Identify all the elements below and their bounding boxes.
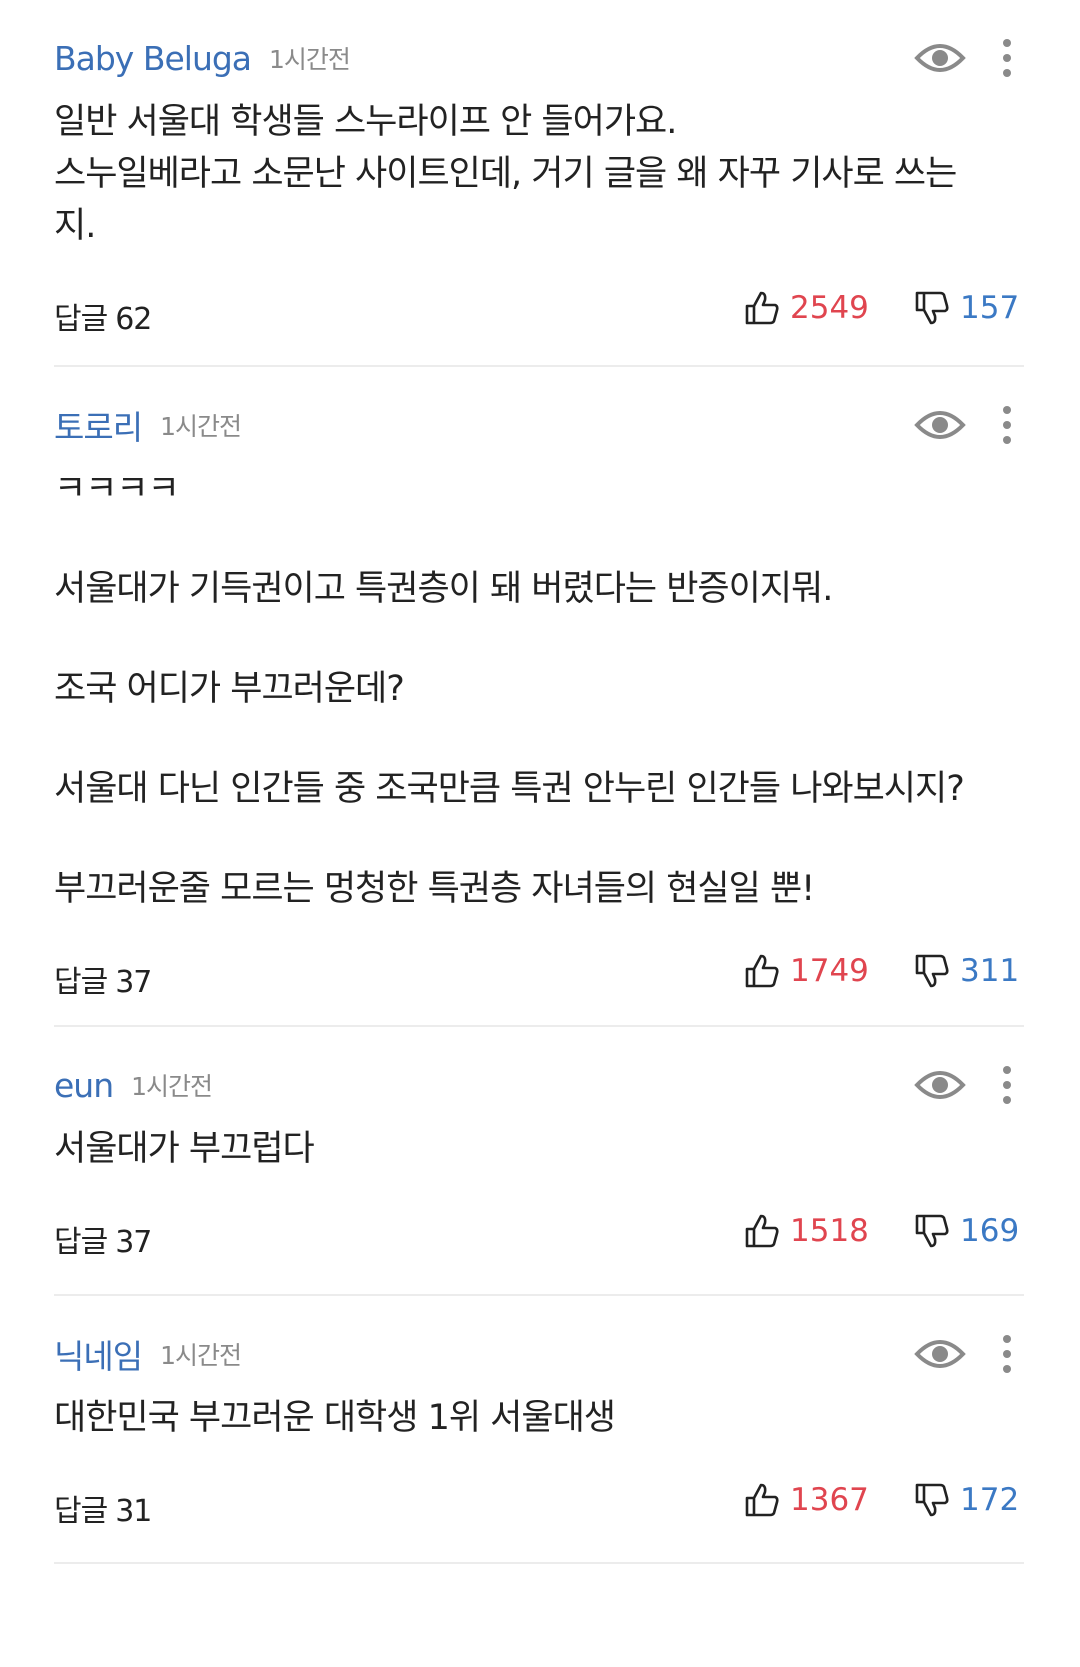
- comment-time: 1시간전: [160, 412, 242, 441]
- reply-button[interactable]: 답글 37: [54, 957, 152, 1001]
- like-count: 1367: [790, 1482, 869, 1518]
- dislike-count: 311: [960, 953, 1020, 989]
- thumbs-up-icon: [745, 1214, 779, 1248]
- like-count: 1749: [790, 953, 869, 989]
- dislike-button[interactable]: 169: [914, 1213, 1019, 1249]
- comment: 닉네임 1시간전 대한민국 부끄러운 대학생 1위 서울대생 답글 31 1367…: [54, 1324, 1024, 1538]
- comment-body: 대한민국 부끄러운 대학생 1위 서울대생: [54, 1392, 1024, 1444]
- comment-line: ㅋㅋㅋㅋ: [54, 469, 180, 509]
- divider: [54, 1025, 1024, 1027]
- dislike-count: 172: [960, 1482, 1020, 1518]
- comment-header: 닉네임 1시간전: [54, 1324, 1024, 1384]
- comment-author[interactable]: 토로리: [54, 401, 143, 449]
- thumbs-up-icon: [745, 291, 779, 325]
- comment-author[interactable]: 닉네임: [54, 1330, 143, 1378]
- comment-footer: 답글 31 1367 172: [54, 1478, 1024, 1538]
- like-count: 2549: [790, 290, 869, 326]
- comment-header: eun 1시간전: [54, 1055, 1024, 1115]
- thumbs-up-icon: [745, 954, 779, 988]
- like-count: 1518: [790, 1213, 869, 1249]
- comment-header: Baby Beluga 1시간전: [54, 28, 1024, 88]
- comment-body: ㅋㅋㅋㅋ 서울대가 기득권이고 특권층이 돼 버렸다는 반증이지뭐. 조국 어디…: [54, 463, 1024, 915]
- comment-time: 1시간전: [160, 1341, 242, 1370]
- more-vertical-icon[interactable]: [992, 1330, 1022, 1378]
- thumbs-down-icon: [915, 1214, 949, 1248]
- divider: [54, 1562, 1024, 1564]
- divider: [54, 365, 1024, 367]
- dislike-button[interactable]: 157: [914, 290, 1019, 326]
- reply-label: 답글: [54, 1494, 108, 1529]
- more-vertical-icon[interactable]: [992, 1061, 1022, 1109]
- eye-icon[interactable]: [914, 403, 966, 447]
- eye-icon[interactable]: [914, 1332, 966, 1376]
- thumbs-down-icon: [915, 954, 949, 988]
- divider: [54, 1294, 1024, 1296]
- dislike-count: 157: [960, 290, 1020, 326]
- eye-icon[interactable]: [914, 36, 966, 80]
- comment-line: 서울대가 기득권이고 특권층이 돼 버렸다는 반증이지뭐.: [54, 569, 833, 609]
- comment-header: 토로리 1시간전: [54, 395, 1024, 455]
- comment-line: 조국 어디가 부끄러운데?: [54, 669, 405, 709]
- comment-line: 일반 서울대 학생들 스누라이프 안 들어가요.: [54, 102, 677, 142]
- reply-count: 37: [115, 1225, 152, 1260]
- comment-line: 대한민국 부끄러운 대학생 1위 서울대생: [54, 1398, 616, 1438]
- comment: Baby Beluga 1시간전 일반 서울대 학생들 스누라이프 안 들어가요…: [54, 28, 1024, 346]
- reply-count: 62: [115, 302, 152, 337]
- eye-icon[interactable]: [914, 1063, 966, 1107]
- like-button[interactable]: 1367: [744, 1482, 869, 1518]
- comment-line: 지.: [54, 206, 96, 246]
- reply-count: 31: [115, 1494, 152, 1529]
- reply-label: 답글: [54, 965, 108, 1000]
- thumbs-up-icon: [745, 1483, 779, 1517]
- thumbs-down-icon: [915, 291, 949, 325]
- dislike-button[interactable]: 311: [914, 953, 1019, 989]
- more-vertical-icon[interactable]: [992, 34, 1022, 82]
- comment-time: 1시간전: [269, 45, 351, 74]
- dislike-button[interactable]: 172: [914, 1482, 1019, 1518]
- comment-footer: 답글 37 1749 311: [54, 949, 1024, 1009]
- dislike-count: 169: [960, 1213, 1020, 1249]
- reply-label: 답글: [54, 1225, 108, 1260]
- reply-label: 답글: [54, 302, 108, 337]
- thumbs-down-icon: [915, 1483, 949, 1517]
- comment-line: 부끄러운줄 모르는 멍청한 특권층 자녀들의 현실일 뿐!: [54, 869, 815, 909]
- comment-footer: 답글 62 2549 157: [54, 286, 1024, 346]
- comment-footer: 답글 37 1518 169: [54, 1209, 1024, 1269]
- reply-button[interactable]: 답글 62: [54, 294, 152, 338]
- comment-line: 스누일베라고 소문난 사이트인데, 거기 글을 왜 자꾸 기사로 쓰는: [54, 154, 957, 194]
- reply-button[interactable]: 답글 37: [54, 1217, 152, 1261]
- reply-button[interactable]: 답글 31: [54, 1486, 152, 1530]
- comment-body: 서울대가 부끄럽다: [54, 1123, 1024, 1175]
- like-button[interactable]: 2549: [744, 290, 869, 326]
- comment-line: 서울대가 부끄럽다: [54, 1129, 315, 1169]
- comment-time: 1시간전: [131, 1072, 213, 1101]
- comment-body: 일반 서울대 학생들 스누라이프 안 들어가요. 스누일베라고 소문난 사이트인…: [54, 96, 1024, 252]
- comment-author[interactable]: eun: [54, 1066, 114, 1105]
- more-vertical-icon[interactable]: [992, 401, 1022, 449]
- like-button[interactable]: 1518: [744, 1213, 869, 1249]
- comment-author[interactable]: Baby Beluga: [54, 39, 252, 78]
- like-button[interactable]: 1749: [744, 953, 869, 989]
- comment: eun 1시간전 서울대가 부끄럽다 답글 37 1518 169: [54, 1055, 1024, 1269]
- comment: 토로리 1시간전 ㅋㅋㅋㅋ 서울대가 기득권이고 특권층이 돼 버렸다는 반증이…: [54, 395, 1024, 1009]
- comment-line: 서울대 다닌 인간들 중 조국만큼 특권 안누린 인간들 나와보시지?: [54, 769, 965, 809]
- reply-count: 37: [115, 965, 152, 1000]
